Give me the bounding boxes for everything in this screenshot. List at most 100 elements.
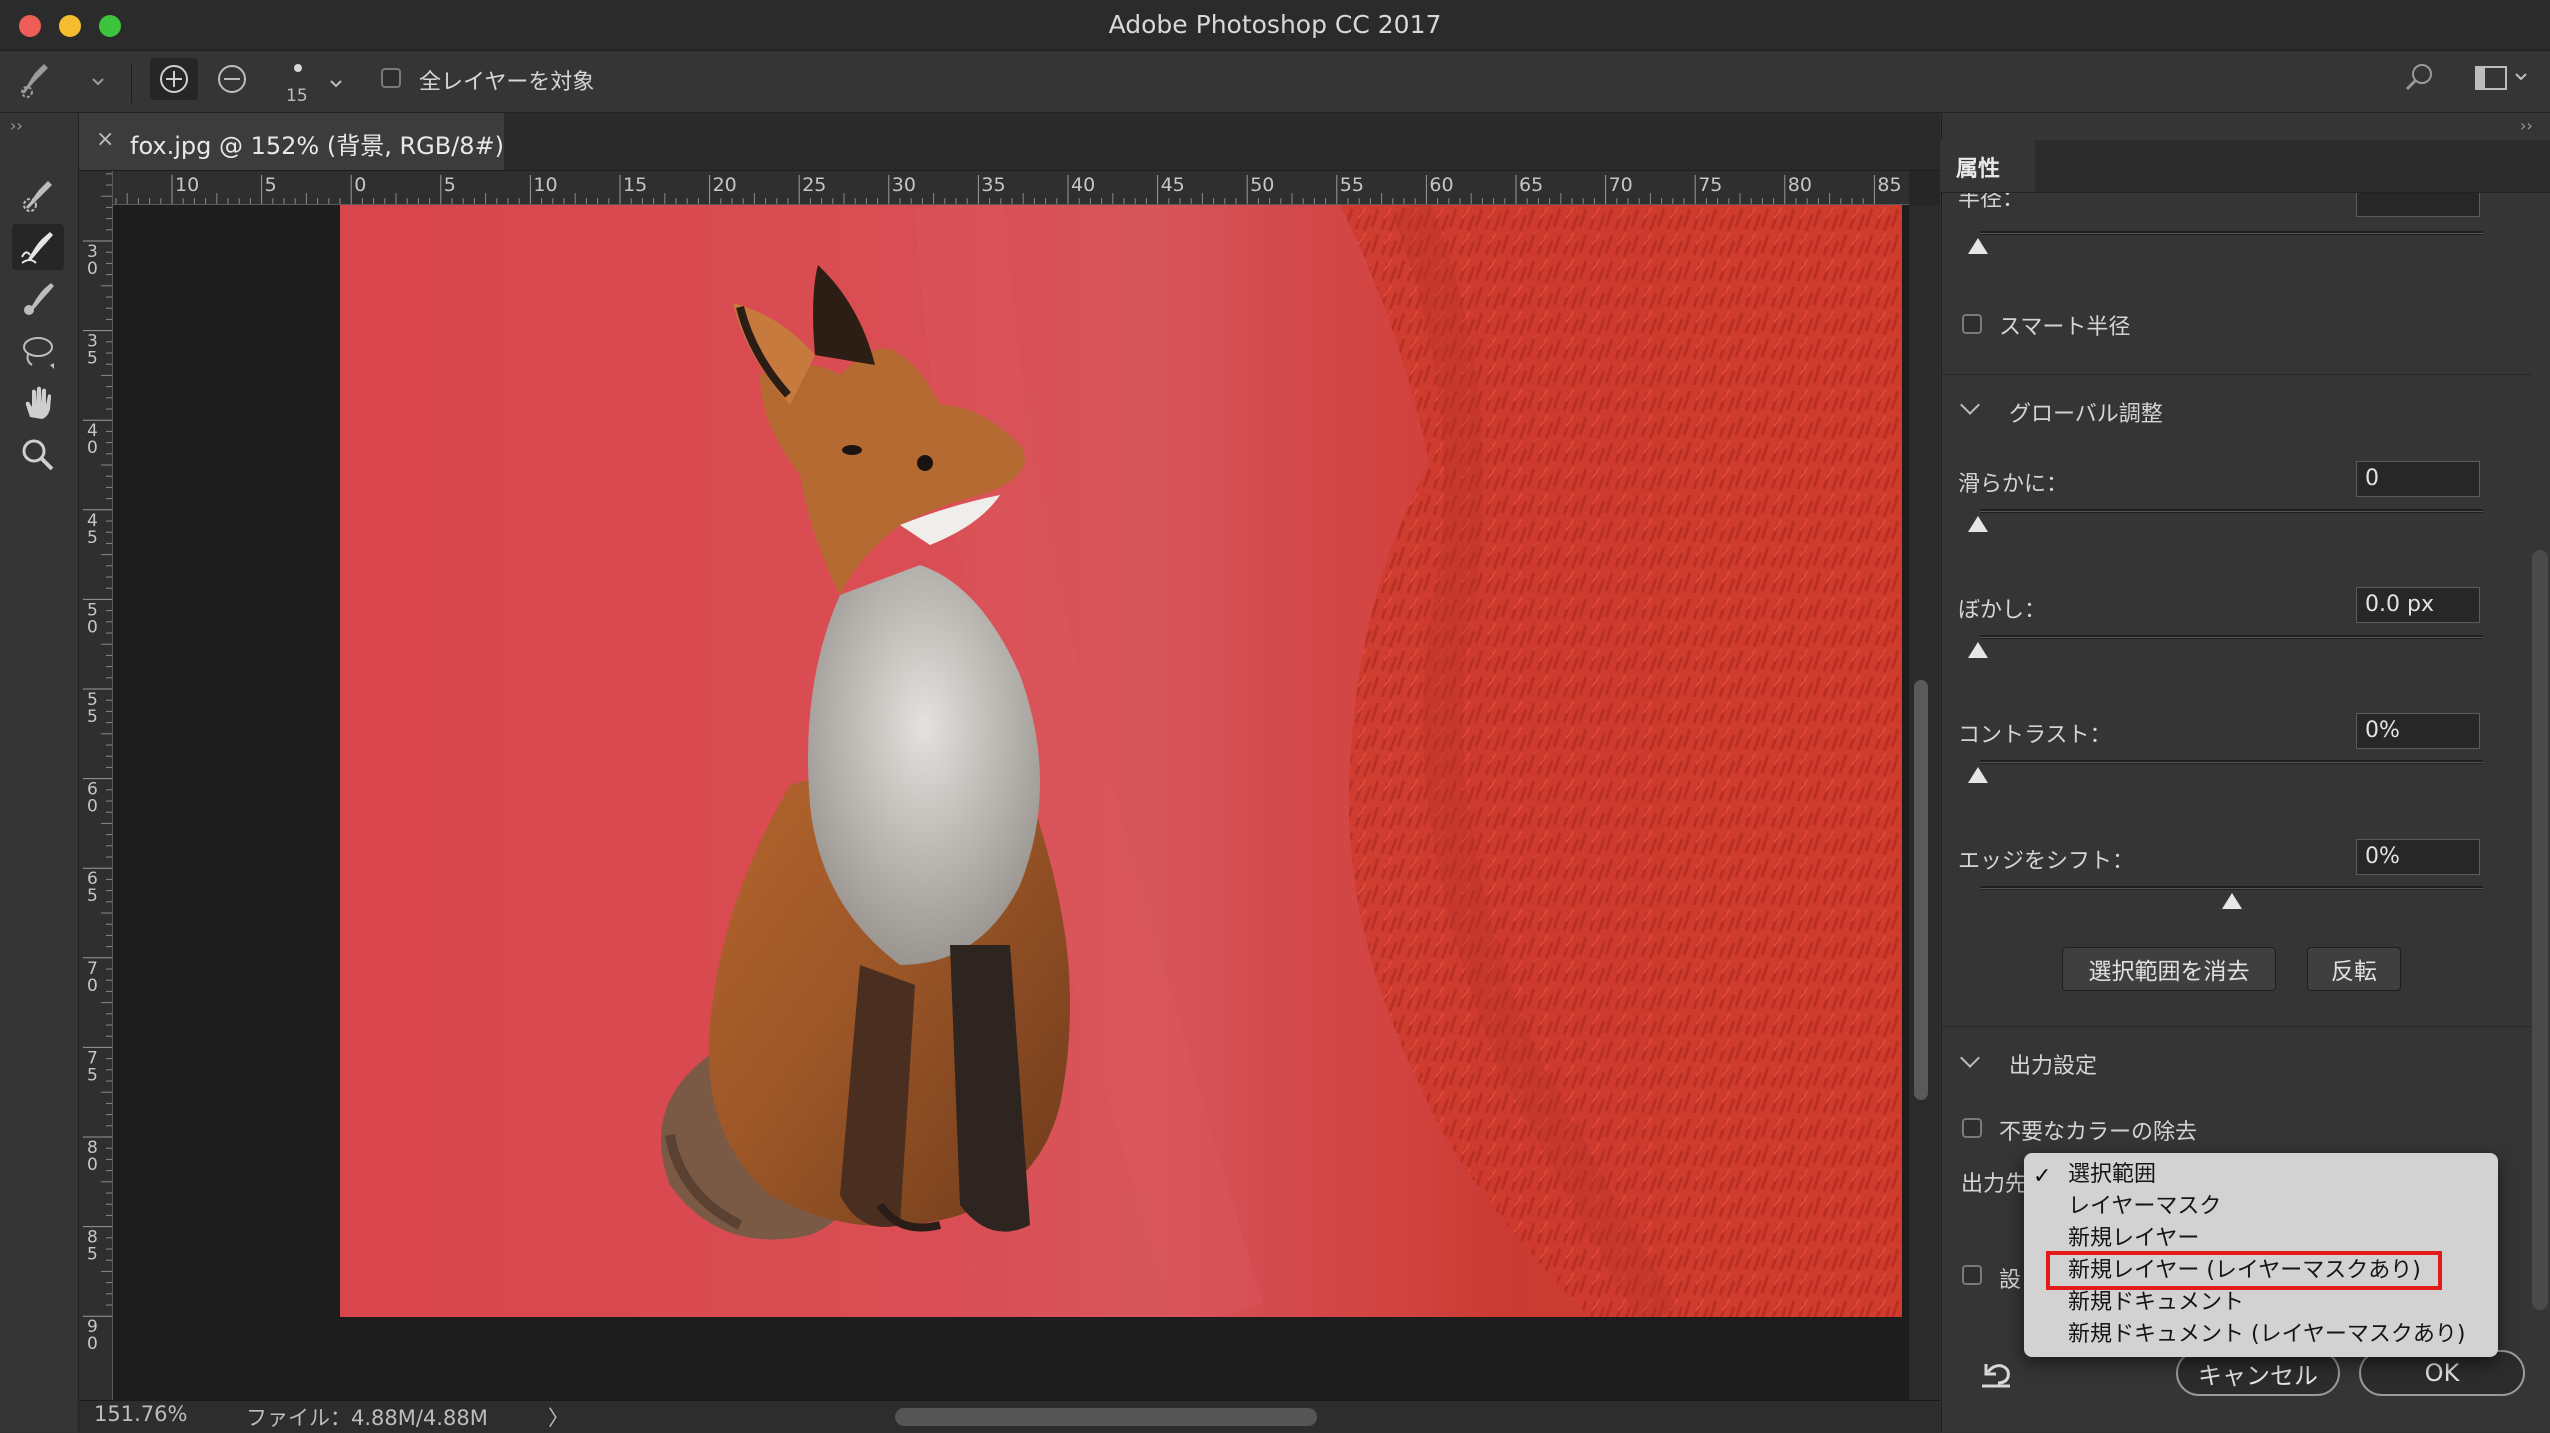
radius-label: 半径： — [1958, 193, 2025, 212]
feather-input[interactable]: 0.0 px — [2356, 587, 2480, 623]
brush-size-picker[interactable]: 15 — [284, 58, 312, 108]
close-tab-icon[interactable]: × — [96, 127, 116, 152]
horizontal-ruler-ticks: 10 5 0 5 10 15 20 25 30 35 40 45 50 55 60 65 70 75 80 85 — [115, 174, 1902, 204]
lasso-tool[interactable] — [12, 328, 64, 374]
panel-collapse-icon[interactable]: ›› — [2520, 116, 2533, 135]
ruler-label: 85 — [1877, 174, 1901, 196]
section-divider — [1941, 374, 2531, 375]
decontaminate-colors-label: 不要なカラーの除去 — [1999, 1120, 2198, 1145]
reset-icon[interactable] — [1976, 1356, 2016, 1394]
radius-slider-track[interactable] — [1980, 231, 2483, 235]
ruler-label: 5 — [87, 707, 98, 727]
remember-settings-label: 設 — [1999, 1268, 2022, 1293]
vertical-ruler-ticks: 30354045505560657075808590 — [83, 173, 112, 1354]
checkmark-icon: ✓ — [2033, 1164, 2052, 1189]
subtract-circle-icon — [218, 65, 246, 93]
hand-icon — [25, 386, 51, 419]
ruler-label: 55 — [1340, 174, 1364, 196]
brush-icon — [24, 283, 54, 315]
ruler-label: 25 — [802, 174, 826, 196]
contrast-slider-track[interactable] — [1980, 760, 2483, 764]
refine-edge-brush-tool[interactable] — [12, 224, 64, 270]
shift-edge-slider-track[interactable] — [1980, 886, 2483, 890]
chevron-down-icon[interactable] — [92, 72, 104, 86]
contrast-slider-thumb[interactable] — [1968, 767, 1988, 783]
ruler-label: 5 — [87, 1245, 98, 1265]
shift-edge-input[interactable]: 0% — [2356, 839, 2480, 875]
lasso-icon — [23, 337, 54, 369]
radius-label-clip: 半径： — [1958, 193, 2058, 213]
ruler-label: 45 — [1161, 174, 1185, 196]
vertical-ruler[interactable]: 30354045505560657075808590 — [79, 171, 113, 1400]
smooth-input[interactable]: 0 — [2356, 461, 2480, 497]
vertical-scroll-thumb[interactable] — [1914, 680, 1928, 1100]
refine-edge-brush-icon — [21, 232, 53, 264]
smart-radius-label: スマート半径 — [1999, 315, 2131, 340]
contrast-label: コントラスト： — [1958, 723, 2112, 748]
ruler-label: 5 — [87, 528, 98, 548]
zoom-tool[interactable] — [12, 432, 64, 478]
horizontal-scroll-thumb[interactable] — [895, 1408, 1317, 1426]
panel-scrollbar[interactable] — [2532, 550, 2548, 1310]
ruler-label: 75 — [1698, 174, 1722, 196]
output-section-toggle[interactable] — [1960, 1048, 1980, 1068]
feather-label: ぼかし： — [1958, 598, 2047, 623]
contrast-input[interactable]: 0% — [2356, 713, 2480, 749]
brush-preset-icon — [21, 64, 48, 98]
workspace-icon[interactable] — [2474, 64, 2530, 96]
brush-tip-icon — [294, 64, 302, 72]
ruler-label: 5 — [87, 1065, 98, 1085]
ruler-label: 10 — [175, 174, 199, 196]
menu-item-new-document-with-mask[interactable]: 新規ドキュメント (レイヤーマスクあり) — [2068, 1320, 2466, 1350]
quick-selection-icon — [23, 181, 52, 212]
remember-settings-checkbox[interactable] — [1962, 1265, 1982, 1285]
properties-tab-label: 属性 — [1956, 157, 2001, 182]
collapse-arrows-icon[interactable]: ›› — [10, 116, 23, 135]
ruler-label: 0 — [87, 1155, 98, 1175]
menu-item-new-document[interactable]: 新規ドキュメント — [2068, 1288, 2244, 1318]
smart-radius-checkbox[interactable] — [1962, 314, 1982, 334]
shift-edge-label: エッジをシフト： — [1958, 849, 2135, 874]
smooth-slider-track[interactable] — [1980, 509, 2483, 513]
status-menu-arrow-icon[interactable]: 〉 — [548, 1402, 569, 1432]
ruler-label: 15 — [623, 174, 647, 196]
menu-item-new-layer[interactable]: 新規レイヤー — [2068, 1224, 2199, 1254]
menu-item-selection[interactable]: 選択範囲 — [2068, 1160, 2156, 1190]
menu-item-layer-mask[interactable]: レイヤーマスク — [2068, 1192, 2221, 1222]
ruler-label: 5 — [87, 349, 98, 369]
shift-edge-slider-thumb[interactable] — [2222, 893, 2242, 909]
ruler-label: 5 — [87, 886, 98, 906]
decontaminate-colors-checkbox[interactable] — [1962, 1118, 1982, 1138]
document-tab-title: fox.jpg @ 152% (背景, RGB/8#) — [130, 132, 505, 160]
highlight-annotation-box — [2046, 1251, 2442, 1290]
tool-preset-picker[interactable] — [14, 52, 60, 108]
brush-tool[interactable] — [12, 276, 64, 322]
ruler-label: 0 — [87, 438, 98, 458]
sample-all-layers-label: 全レイヤーを対象 — [419, 70, 595, 95]
radius-input[interactable] — [2356, 193, 2480, 217]
ruler-label: 50 — [1250, 174, 1274, 196]
radius-slider-thumb[interactable] — [1968, 238, 1988, 254]
feather-slider-track[interactable] — [1980, 635, 2483, 639]
brush-size-chevron-icon[interactable] — [330, 74, 342, 93]
smooth-slider-thumb[interactable] — [1968, 516, 1988, 532]
feather-slider-thumb[interactable] — [1968, 642, 1988, 658]
sample-all-layers-checkbox[interactable] — [381, 68, 401, 88]
ruler-label: 65 — [1519, 174, 1543, 196]
output-settings-heading: 出力設定 — [2009, 1054, 2098, 1079]
ruler-label: 0 — [87, 617, 98, 637]
clear-selection-button[interactable]: 選択範囲を消去 — [2062, 947, 2276, 991]
horizontal-ruler[interactable]: 10 5 0 5 10 15 20 25 30 35 40 45 50 55 60 65 70 75 80 85 — [112, 171, 1909, 205]
ruler-label: 60 — [1429, 174, 1453, 196]
quick-selection-tool[interactable] — [12, 172, 64, 218]
ruler-label: 0 — [87, 259, 98, 279]
zoom-level[interactable]: 151.76% — [94, 1402, 187, 1426]
invert-button[interactable]: 反転 — [2307, 947, 2401, 991]
add-to-selection-button[interactable] — [150, 58, 198, 100]
global-section-toggle[interactable] — [1960, 395, 1980, 415]
hand-tool[interactable] — [12, 380, 64, 426]
global-refinements-heading: グローバル調整 — [2009, 402, 2163, 427]
subtract-from-selection-button[interactable] — [208, 58, 256, 100]
document-canvas[interactable] — [340, 205, 1902, 1317]
search-icon[interactable] — [2404, 62, 2434, 96]
